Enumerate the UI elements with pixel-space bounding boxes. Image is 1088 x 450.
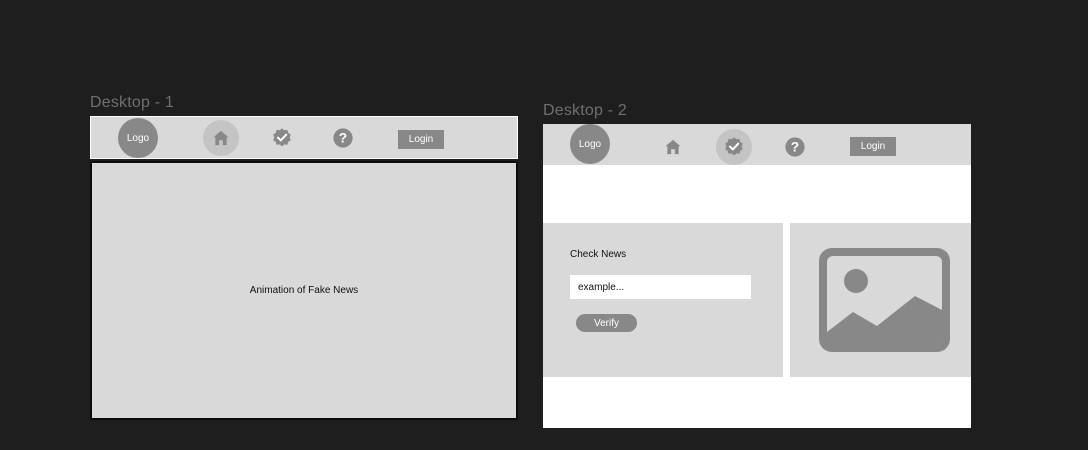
help-nav-button[interactable]: ? — [325, 120, 361, 156]
login-button[interactable]: Login — [850, 137, 896, 156]
navbar: Logo ? Login — [90, 116, 518, 159]
home-nav-button[interactable] — [203, 120, 239, 156]
help-icon: ? — [333, 128, 353, 148]
news-url-input[interactable] — [570, 275, 751, 299]
verify-nav-button[interactable] — [716, 129, 752, 165]
frame-label-desktop-2: Desktop - 2 — [543, 102, 628, 119]
home-nav-button[interactable] — [655, 129, 691, 165]
desktop-1-frame: Logo ? Login Animation of Fake News — [90, 116, 518, 420]
svg-text:?: ? — [791, 140, 799, 155]
verified-badge-icon — [725, 137, 743, 156]
verify-nav-button[interactable] — [264, 120, 300, 156]
animation-panel: Animation of Fake News — [90, 161, 518, 420]
logo[interactable]: Logo — [570, 124, 610, 164]
image-placeholder-icon — [819, 248, 950, 352]
verified-badge-icon — [273, 128, 291, 147]
help-icon: ? — [785, 137, 805, 157]
desktop-2-frame: Logo ? Login Check News Verify — [543, 124, 971, 428]
login-button[interactable]: Login — [398, 130, 444, 149]
navbar: Logo ? Login — [543, 124, 971, 165]
svg-text:?: ? — [339, 131, 347, 146]
image-panel — [790, 223, 971, 377]
logo[interactable]: Logo — [118, 118, 158, 158]
animation-label: Animation of Fake News — [249, 285, 359, 296]
check-news-panel: Check News Verify — [543, 223, 783, 377]
check-news-title: Check News — [570, 249, 627, 260]
verify-button[interactable]: Verify — [576, 314, 637, 332]
home-icon — [665, 139, 681, 155]
help-nav-button[interactable]: ? — [777, 129, 813, 165]
frame-label-desktop-1: Desktop - 1 — [90, 94, 175, 111]
home-icon — [213, 130, 229, 146]
